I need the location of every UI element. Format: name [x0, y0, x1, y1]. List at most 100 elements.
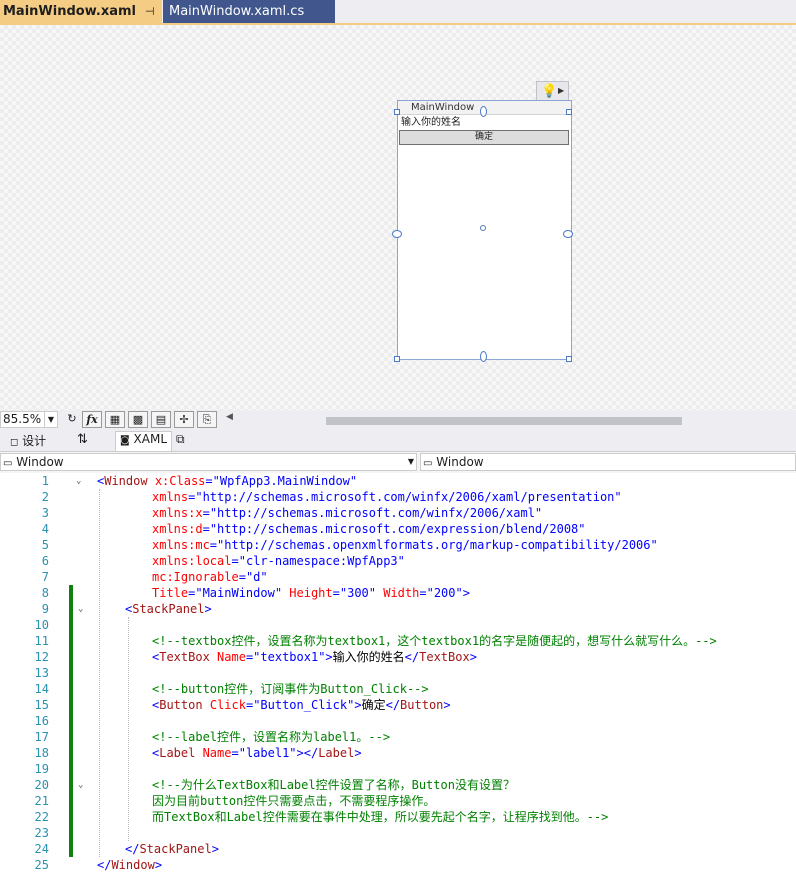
code-line-6: xmlns:local="clr-namespace:WpfApp3" [152, 553, 405, 569]
tab-mainwindow-xaml[interactable]: MainWindow.xaml ⊣ ✕ [0, 0, 174, 23]
zoom-combobox[interactable]: 85.5% ▼ [0, 411, 58, 428]
code-token: "clr-namespace:WpfApp3" [238, 554, 405, 568]
zoom-value: 85.5% [3, 412, 42, 426]
design-surface[interactable]: 💡 ▶ MainWindow 输入你的姓名 确定 [0, 25, 796, 410]
code-token: "Button_Click" [253, 698, 355, 712]
code-line-11: <!--textbox控件，设置名称为textbox1，这个textbox1的名… [152, 634, 717, 648]
line-number: 22 [34, 810, 49, 824]
top-resize-handle[interactable] [480, 106, 487, 117]
type-dropdown[interactable]: ▭ Window ▼ [0, 453, 417, 471]
code-token: </ [385, 698, 401, 712]
popout-icon[interactable]: ⧉ [176, 432, 185, 447]
swap-panes-icon[interactable]: ⇅ [77, 432, 88, 447]
code-token: "300" [339, 586, 376, 600]
member-dropdown[interactable]: ▭ Window [420, 453, 796, 471]
code-token: Height [282, 586, 333, 600]
xaml-code-editor[interactable]: 1 2 3 4 5 6 7 8 9 10 11 12 13 14 15 16 1… [0, 473, 796, 874]
line-number: 1 [41, 474, 49, 488]
code-token: Name [209, 650, 246, 664]
code-line-22: 而TextBox和Label控件需要在事件中处理，所以要先起个名字，让程序找到他… [152, 810, 609, 824]
code-token: > [211, 842, 219, 856]
line-number: 18 [34, 746, 49, 760]
code-token: Width [376, 586, 420, 600]
scroll-thumb[interactable] [326, 417, 682, 425]
lightbulb-icon: 💡 [541, 84, 558, 99]
code-token: Button [400, 698, 444, 712]
code-line-9: <StackPanel> [125, 601, 212, 617]
code-line-2: xmlns="http://schemas.microsoft.com/winf… [152, 489, 622, 505]
bottom-resize-handle[interactable] [480, 351, 487, 362]
navigation-bar: ▭ Window ▼ ▭ Window [0, 452, 796, 472]
fx-effects-icon[interactable]: fx [82, 411, 102, 428]
corner-handle-tr[interactable] [566, 109, 572, 115]
horizontal-scrollbar[interactable]: ◀ [226, 412, 796, 427]
code-token: </ [97, 858, 112, 872]
fold-chevron-icon[interactable]: ⌄ [78, 777, 87, 793]
line-number: 2 [41, 490, 49, 504]
design-view-label: 设计 [22, 434, 47, 448]
code-token: Click [202, 698, 246, 712]
chevron-down-icon[interactable]: ▼ [44, 412, 57, 427]
type-dropdown-value: Window [16, 455, 64, 469]
xaml-view-label: XAML [133, 432, 167, 446]
corner-handle-tl[interactable] [394, 109, 400, 115]
code-token: > [469, 650, 477, 664]
code-token: Window [104, 474, 148, 488]
code-line-3: xmlns:x="http://schemas.microsoft.com/wi… [152, 505, 542, 521]
left-resize-handle[interactable] [392, 230, 402, 238]
code-token: </ [404, 650, 420, 664]
center-handle[interactable] [480, 225, 486, 231]
code-token: Label [159, 746, 196, 760]
code-token: "http://schemas.microsoft.com/winfx/2006… [195, 490, 622, 504]
right-resize-handle[interactable] [563, 230, 573, 238]
line-number: 16 [34, 714, 49, 728]
corner-handle-bl[interactable] [394, 356, 400, 362]
tab-mainwindow-xaml-cs[interactable]: MainWindow.xaml.cs [163, 0, 335, 23]
preview-textbox[interactable]: 输入你的姓名 [399, 116, 569, 130]
code-token: > [443, 698, 451, 712]
code-token: > [154, 858, 163, 872]
line-number: 8 [41, 586, 49, 600]
window-preview[interactable]: MainWindow 输入你的姓名 确定 [397, 100, 572, 360]
code-token: = [231, 746, 239, 760]
fold-chevron-icon[interactable]: ⌄ [78, 601, 87, 617]
pin-icon[interactable]: ⊣ [145, 5, 155, 18]
code-line-1: <Window x:Class="WpfApp3.MainWindow" [97, 473, 357, 489]
code-token: x:Class [147, 474, 206, 488]
code-line-14: <!--button控件，订阅事件为Button_Click--> [152, 682, 429, 696]
snap-grid-icon[interactable]: ▩ [128, 411, 148, 428]
line-number: 14 [34, 682, 49, 696]
change-tracking-bar [69, 585, 73, 857]
line-number: 3 [41, 506, 49, 520]
refresh-icon[interactable]: ↻ [62, 411, 82, 428]
code-token: "d" [245, 570, 268, 584]
snap-lines-icon[interactable]: ✢ [174, 411, 194, 428]
code-token: = [209, 538, 218, 552]
project-code-icon[interactable]: ⎘ [197, 411, 217, 428]
preview-button[interactable]: 确定 [399, 130, 569, 145]
corner-handle-br[interactable] [566, 356, 572, 362]
indent-guide [128, 617, 129, 841]
code-token: "200" [426, 586, 463, 600]
grid-icon[interactable]: ▦ [105, 411, 125, 428]
document-tab-strip: MainWindow.xaml ⊣ ✕ MainWindow.xaml.cs [0, 0, 796, 25]
indent-guide [99, 489, 100, 857]
code-token: Title [152, 586, 189, 600]
window-element-icon: ▭ [423, 458, 433, 469]
line-number: 23 [34, 826, 49, 840]
code-token: "http://schemas.microsoft.com/expression… [209, 522, 586, 536]
xaml-view-tab[interactable]: ◙ XAML [115, 431, 172, 451]
line-number: 11 [34, 634, 49, 648]
code-token: xmlns:d [152, 522, 203, 536]
design-view-tab[interactable]: ◻ 设计 [10, 432, 46, 449]
chevron-down-icon: ▼ [407, 457, 414, 466]
code-token: = [419, 586, 427, 600]
code-token: "textbox1" [253, 650, 326, 664]
code-token: 确定 [361, 698, 386, 712]
code-token: "http://schemas.openxmlformats.org/marku… [217, 538, 658, 552]
fold-chevron-icon[interactable]: ⌄ [76, 473, 85, 489]
artboard-icon[interactable]: ▤ [151, 411, 171, 428]
scroll-left-icon[interactable]: ◀ [226, 412, 233, 422]
code-token: TextBox [159, 650, 210, 664]
code-line-5: xmlns:mc="http://schemas.openxmlformats.… [152, 537, 658, 553]
